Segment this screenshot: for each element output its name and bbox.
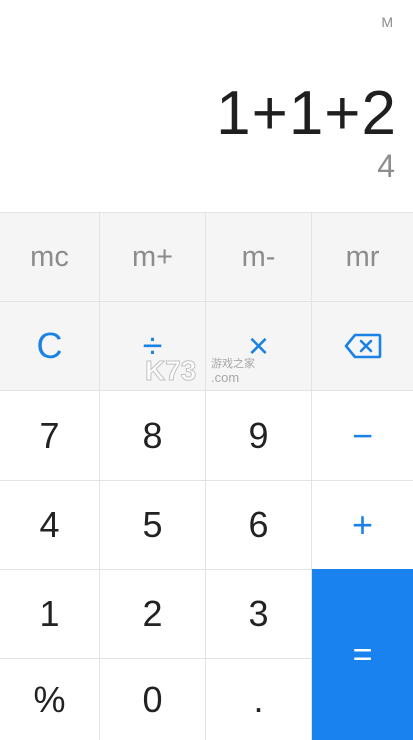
digit-7-button[interactable]: 7 [0,390,100,480]
backspace-button[interactable] [312,301,413,390]
minus-button[interactable]: − [312,390,413,480]
memory-indicator: M [381,14,393,30]
equals-button[interactable]: = [312,569,413,740]
decimal-button[interactable]: . [206,658,312,740]
result-text: 4 [377,148,395,184]
mr-button[interactable]: mr [312,212,413,301]
mc-button[interactable]: mc [0,212,100,301]
divide-button[interactable]: ÷ [100,301,206,390]
digit-6-button[interactable]: 6 [206,480,312,569]
digit-8-button[interactable]: 8 [100,390,206,480]
expression-text: 1+1+2 [216,79,397,148]
keypad: mc m+ m- mr C ÷ × 7 8 9 − 4 5 6 + 1 2 3 [0,212,413,740]
clear-button[interactable]: C [0,301,100,390]
multiply-button[interactable]: × [206,301,312,390]
digit-4-button[interactable]: 4 [0,480,100,569]
digit-3-button[interactable]: 3 [206,569,312,658]
m-minus-button[interactable]: m- [206,212,312,301]
calculator-app: M 1+1+2 4 mc m+ m- mr C ÷ × 7 8 9 − 4 5 … [0,0,413,740]
percent-button[interactable]: % [0,658,100,740]
digit-5-button[interactable]: 5 [100,480,206,569]
digit-0-button[interactable]: 0 [100,658,206,740]
backspace-icon [344,333,382,359]
digit-1-button[interactable]: 1 [0,569,100,658]
digit-9-button[interactable]: 9 [206,390,312,480]
m-plus-button[interactable]: m+ [100,212,206,301]
plus-button[interactable]: + [312,480,413,569]
calculator-display: M 1+1+2 4 [0,0,413,212]
digit-2-button[interactable]: 2 [100,569,206,658]
